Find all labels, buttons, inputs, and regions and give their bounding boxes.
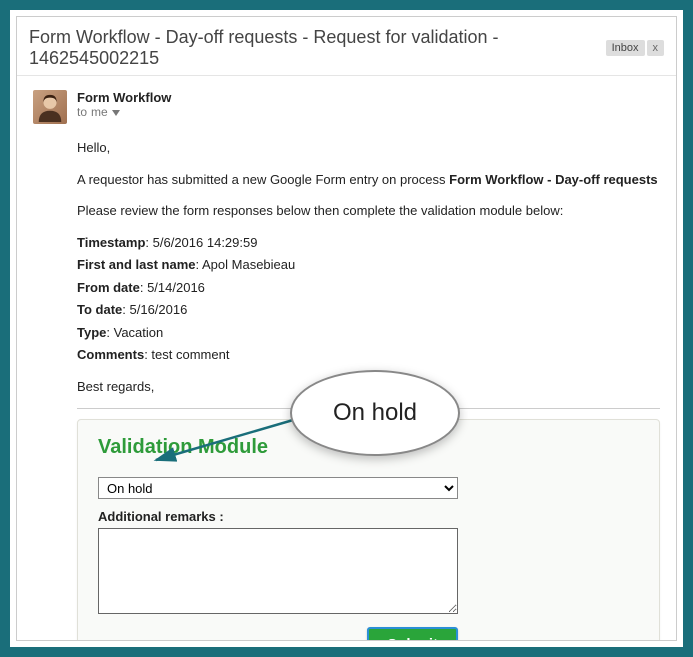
remarks-label: Additional remarks : — [98, 509, 639, 524]
email-subject: Form Workflow - Day-off requests - Reque… — [29, 27, 600, 69]
resp-type: Type: Vacation — [77, 323, 660, 343]
resp-timestamp: Timestamp: 5/6/2016 14:29:59 — [77, 233, 660, 253]
resp-label: Comments — [77, 347, 144, 362]
to-prefix: to — [77, 105, 87, 119]
email-viewport: Form Workflow - Day-off requests - Reque… — [16, 16, 677, 641]
resp-label: First and last name — [77, 257, 195, 272]
resp-from: From date: 5/14/2016 — [77, 278, 660, 298]
resp-value: 5/14/2016 — [147, 280, 205, 295]
intro-bold: Form Workflow - Day-off requests — [449, 172, 658, 187]
validation-module: Validation Module On hold Additional rem… — [77, 419, 660, 641]
remarks-textarea[interactable] — [98, 528, 458, 614]
chevron-down-icon[interactable] — [112, 105, 120, 119]
review-text: Please review the form responses below t… — [77, 201, 660, 221]
divider — [77, 408, 660, 409]
sender-name: Form Workflow — [77, 90, 660, 105]
to-target: me — [91, 105, 108, 119]
resp-label: Type — [77, 325, 106, 340]
resp-label: To date — [77, 302, 122, 317]
status-select[interactable]: On hold — [98, 477, 458, 499]
resp-name: First and last name: Apol Masebieau — [77, 255, 660, 275]
email-body: Form Workflow to me Hello, A requestor h… — [17, 76, 676, 641]
resp-comments: Comments: test comment — [77, 345, 660, 365]
status-row: On hold — [98, 477, 639, 499]
sender-info: Form Workflow to me — [77, 90, 660, 119]
resp-value: Vacation — [114, 325, 164, 340]
sender-row: Form Workflow to me — [33, 90, 660, 124]
resp-label: Timestamp — [77, 235, 145, 250]
resp-value: 5/16/2016 — [130, 302, 188, 317]
recipient-line[interactable]: to me — [77, 105, 660, 119]
window-frame: Form Workflow - Day-off requests - Reque… — [0, 0, 693, 657]
intro-pre: A requestor has submitted a new Google F… — [77, 172, 449, 187]
resp-label: From date — [77, 280, 140, 295]
submit-button[interactable]: Submit — [367, 627, 458, 641]
resp-value: Apol Masebieau — [202, 257, 295, 272]
resp-value: test comment — [151, 347, 229, 362]
inbox-remove-button[interactable]: x — [647, 40, 665, 56]
resp-to: To date: 5/16/2016 — [77, 300, 660, 320]
email-header: Form Workflow - Day-off requests - Reque… — [17, 17, 676, 76]
inbox-tag[interactable]: Inbox — [606, 40, 645, 56]
resp-value: 5/6/2016 14:29:59 — [153, 235, 258, 250]
avatar-person-icon — [35, 92, 65, 122]
greeting-text: Hello, — [77, 138, 660, 158]
submit-row: Submit — [98, 627, 458, 641]
intro-text: A requestor has submitted a new Google F… — [77, 170, 660, 190]
message-content: Hello, A requestor has submitted a new G… — [77, 138, 660, 409]
response-list: Timestamp: 5/6/2016 14:29:59 First and l… — [77, 233, 660, 365]
avatar — [33, 90, 67, 124]
signoff-text: Best regards, — [77, 377, 660, 397]
module-title: Validation Module — [98, 436, 639, 459]
